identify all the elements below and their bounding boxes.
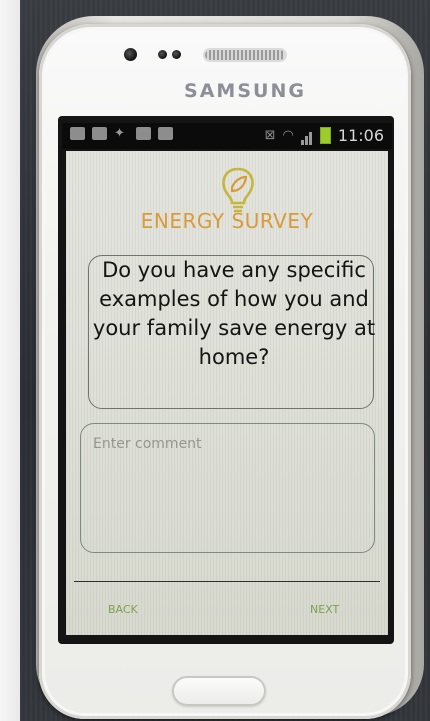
next-button[interactable]: NEXT (304, 599, 345, 620)
footer-divider (74, 581, 380, 582)
status-bar: ✦ ⊠ ◠ 11:06 (62, 123, 392, 149)
energy-leaf-bulb-icon (222, 167, 254, 213)
comment-input[interactable] (80, 423, 375, 553)
store-icon (158, 127, 173, 140)
system-icons: ⊠ ◠ 11:06 (265, 126, 384, 145)
wifi-icon: ◠ (282, 128, 294, 143)
facebook-icon (70, 127, 85, 140)
notification-icons: ✦ (70, 127, 173, 140)
back-button[interactable]: BACK (102, 599, 144, 620)
page-title: ENERGY SURVEY (140, 209, 314, 233)
mute-icon: ⊠ (264, 128, 276, 143)
status-time: 11:06 (337, 126, 384, 145)
survey-question: Do you have any specific examples of how… (92, 258, 376, 369)
twitter-icon: ✦ (114, 126, 125, 141)
earpiece-speaker (205, 50, 285, 60)
signal-icon (300, 127, 313, 145)
front-camera-icon (124, 48, 137, 61)
survey-app: ENERGY SURVEY Do you have any specific e… (66, 151, 388, 635)
proximity-sensor-icon (158, 50, 167, 59)
light-sensor-icon (172, 50, 181, 59)
battery-icon (319, 127, 331, 144)
home-button[interactable] (172, 676, 266, 706)
photo-background-left (0, 0, 20, 721)
phone-brand-logo: SAMSUNG (184, 80, 306, 102)
keyboard-icon (136, 127, 151, 140)
mail-icon (92, 127, 107, 140)
